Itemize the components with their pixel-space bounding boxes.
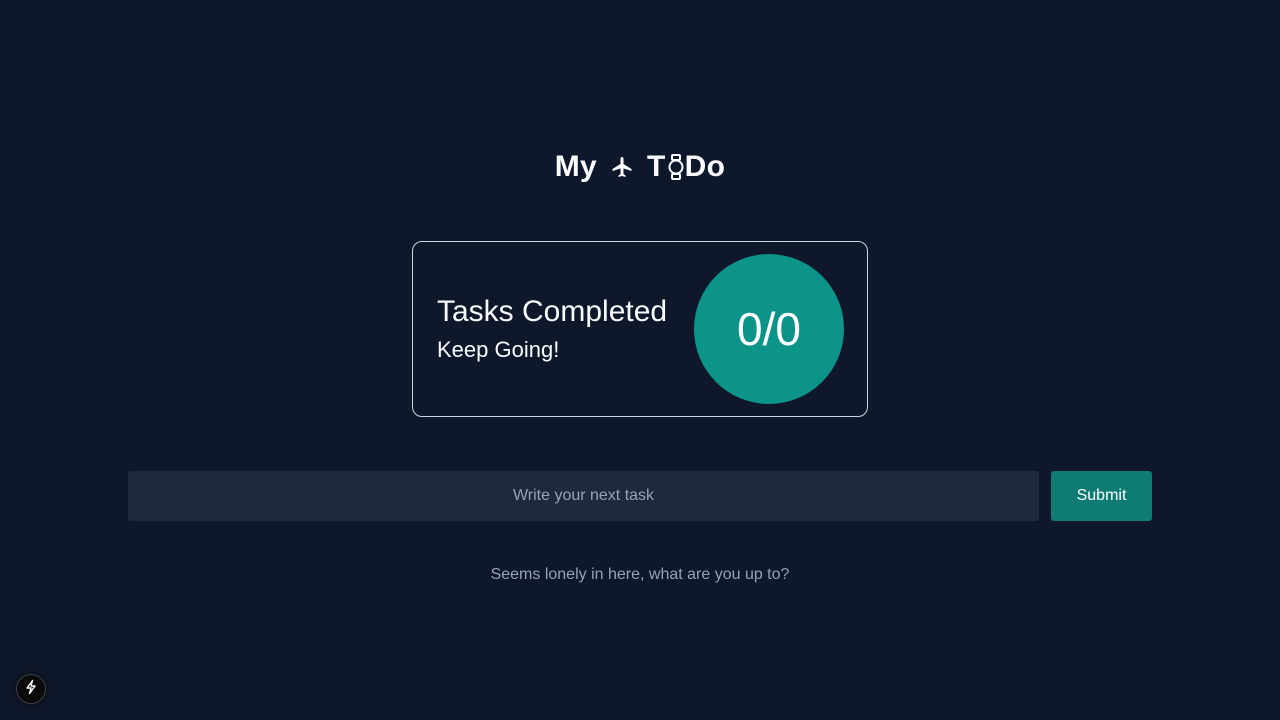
new-task-form: Submit: [128, 471, 1152, 521]
summary-heading: Tasks Completed: [437, 295, 668, 328]
progress-counter: 0/0: [694, 254, 844, 404]
watch-icon: [667, 153, 685, 181]
task-input[interactable]: [128, 471, 1039, 521]
airplane-icon: [609, 154, 635, 180]
todo-app: My T Do Tasks Completed Keep Going! 0/0 …: [0, 0, 1280, 720]
title-part-t: T: [647, 150, 666, 183]
lightning-bolt-icon: [23, 679, 39, 700]
submit-button[interactable]: Submit: [1051, 471, 1152, 521]
dev-tools-badge[interactable]: [16, 674, 46, 704]
summary-subtext: Keep Going!: [437, 337, 560, 362]
summary-text: Tasks Completed Keep Going!: [437, 294, 667, 364]
tasks-summary-card: Tasks Completed Keep Going! 0/0: [412, 241, 868, 417]
page-title: My T Do: [0, 148, 1280, 186]
empty-state-message: Seems lonely in here, what are you up to…: [490, 566, 790, 583]
title-part-my: My: [554, 150, 598, 183]
title-part-do: Do: [684, 150, 726, 183]
